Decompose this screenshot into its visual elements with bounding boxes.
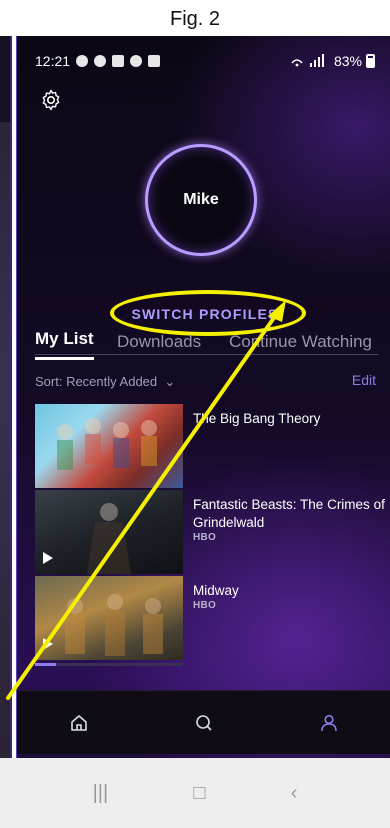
my-list: The Big Bang Theory Fantastic Beasts: Th… bbox=[35, 404, 390, 666]
edit-button[interactable]: Edit bbox=[352, 372, 376, 388]
watch-progress bbox=[35, 663, 183, 666]
tab-divider bbox=[35, 354, 379, 355]
nav-search[interactable] bbox=[189, 708, 219, 738]
sort-dropdown[interactable]: Sort: Recently Added ⌄ bbox=[35, 374, 175, 390]
list-item[interactable]: Fantastic Beasts: The Crimes of Grindelw… bbox=[35, 490, 390, 576]
battery-icon bbox=[366, 54, 375, 68]
watch-progress-fill bbox=[35, 663, 56, 666]
tab-downloads[interactable]: Downloads bbox=[117, 332, 201, 360]
signal-icon bbox=[291, 54, 324, 67]
chevron-down-icon: ⌄ bbox=[160, 374, 176, 389]
notification-icon bbox=[76, 55, 89, 67]
status-right: 83% bbox=[290, 53, 375, 69]
item-title: The Big Bang Theory bbox=[193, 411, 321, 426]
play-icon bbox=[43, 638, 53, 650]
thumbnail-art bbox=[65, 594, 163, 656]
recent-apps-icon[interactable]: ||| bbox=[93, 782, 109, 805]
status-time: 12:21 bbox=[35, 53, 71, 69]
list-item[interactable]: The Big Bang Theory bbox=[35, 404, 390, 490]
status-left: 12:21 bbox=[35, 53, 161, 69]
nav-home[interactable] bbox=[64, 708, 94, 738]
gear-icon[interactable] bbox=[39, 88, 63, 112]
figure-caption: Fig. 2 bbox=[169, 8, 221, 30]
adjacent-screenshot-strip bbox=[0, 36, 12, 792]
adjacent-screenshot-content bbox=[0, 122, 10, 782]
tab-my-list[interactable]: My List bbox=[35, 329, 94, 360]
image-icon bbox=[148, 55, 161, 67]
thumbnail-art bbox=[57, 418, 157, 470]
cloud-icon bbox=[130, 55, 143, 67]
page: Fig. 2 12:21 83% Mike SWITCH PROFILES My… bbox=[0, 0, 390, 828]
profile-icon bbox=[320, 714, 337, 731]
item-title: Midway bbox=[193, 583, 239, 598]
app-notification-icon bbox=[112, 55, 125, 67]
tab-continue-watching[interactable]: Continue Watching bbox=[229, 332, 372, 360]
thumbnail-art bbox=[87, 503, 131, 574]
profile-name: Mike bbox=[183, 191, 219, 208]
item-subtitle: HBO bbox=[193, 532, 217, 543]
profile-avatar[interactable]: Mike bbox=[145, 144, 257, 256]
battery-percent: 83% bbox=[333, 53, 362, 69]
nav-profile[interactable] bbox=[314, 708, 344, 738]
play-icon bbox=[43, 552, 53, 564]
home-icon bbox=[71, 714, 88, 731]
thumbnail-big-bang-theory[interactable] bbox=[35, 404, 183, 488]
status-bar: 12:21 83% bbox=[17, 36, 390, 86]
sort-label: Sort: Recently Added bbox=[35, 374, 158, 389]
home-button-icon[interactable]: □ bbox=[193, 782, 205, 805]
item-subtitle: HBO bbox=[193, 600, 217, 611]
thumbnail-fantastic-beasts[interactable] bbox=[35, 490, 183, 574]
search-icon bbox=[196, 714, 212, 731]
thumbnail-midway[interactable] bbox=[35, 576, 183, 660]
facebook-icon bbox=[94, 55, 107, 67]
bottom-nav bbox=[17, 690, 390, 754]
phone-screen: 12:21 83% Mike SWITCH PROFILES My List D… bbox=[16, 36, 390, 792]
list-item[interactable]: Midway HBO bbox=[35, 576, 390, 666]
item-title: Fantastic Beasts: The Crimes of Grindelw… bbox=[193, 497, 385, 530]
back-icon[interactable]: ‹ bbox=[291, 782, 298, 805]
android-navigation-bar: ||| □ ‹ bbox=[0, 758, 390, 828]
